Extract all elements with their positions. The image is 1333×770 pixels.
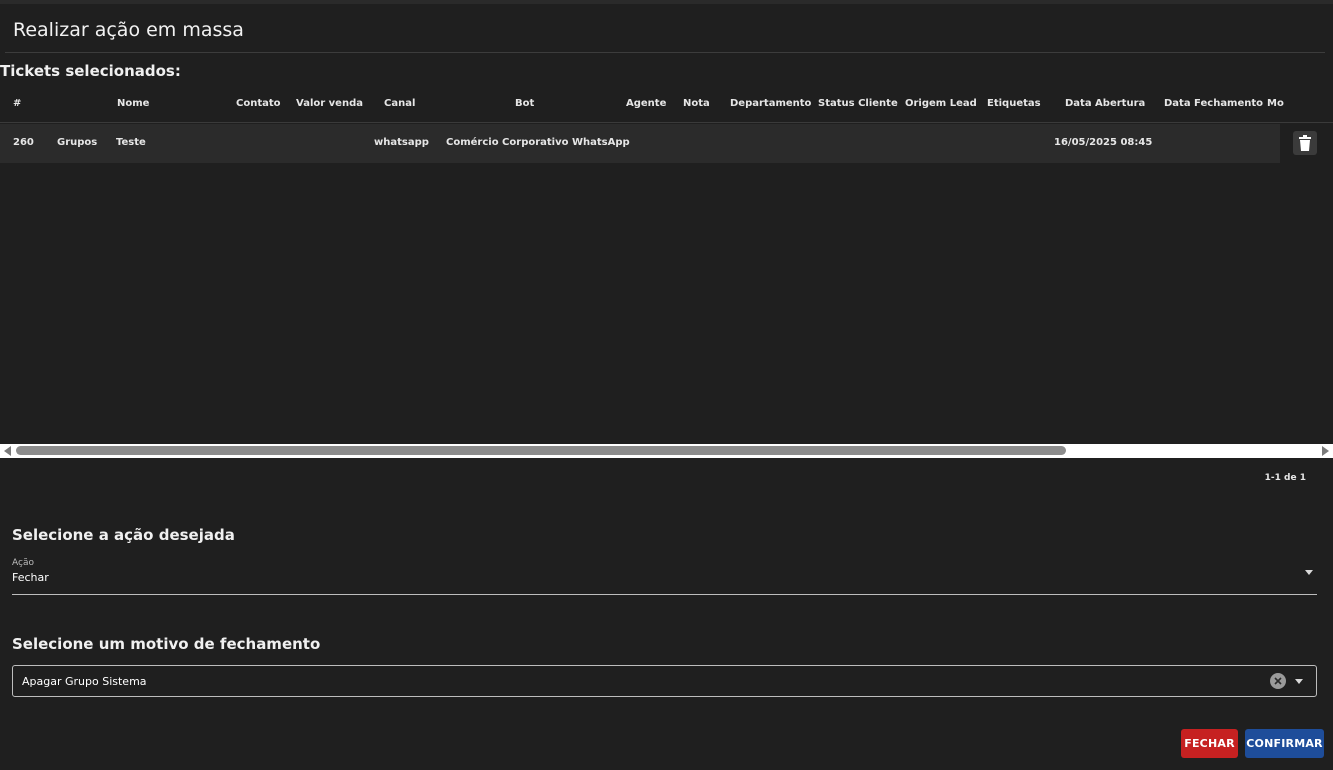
- column-header-id[interactable]: #: [13, 98, 21, 109]
- clear-selection-button[interactable]: [1270, 673, 1286, 689]
- row-action-cell: [1280, 124, 1333, 163]
- reason-select[interactable]: Apagar Grupo Sistema: [12, 665, 1317, 697]
- cell-bot: Comércio Corporativo WhatsApp: [446, 137, 630, 148]
- column-header-etiquetas[interactable]: Etiquetas: [987, 98, 1041, 109]
- column-header-origem-lead[interactable]: Origem Lead: [905, 98, 977, 109]
- close-icon: [1274, 677, 1282, 685]
- tickets-section-label: Tickets selecionados:: [0, 62, 181, 80]
- column-header-departamento[interactable]: Departamento: [730, 98, 811, 109]
- column-header-data-abertura[interactable]: Data Abertura: [1065, 98, 1145, 109]
- action-heading: Selecione a ação desejada: [12, 526, 235, 544]
- scroll-left-icon[interactable]: [3, 446, 13, 456]
- cell-data-abertura: 16/05/2025 08:45: [1054, 137, 1153, 148]
- column-header-bot[interactable]: Bot: [515, 98, 534, 109]
- action-select[interactable]: Ação Fechar: [12, 556, 1317, 595]
- scrollbar-thumb[interactable]: [16, 446, 1066, 455]
- cell-nome: Teste: [116, 137, 146, 148]
- pagination-info: 1-1 de 1: [1264, 473, 1306, 483]
- table-header: # Nome Contato Valor venda Canal Bot Age…: [0, 86, 1333, 123]
- cell-canal: whatsapp: [374, 137, 429, 148]
- modal-title: Realizar ação em massa: [13, 19, 244, 41]
- column-header-contato[interactable]: Contato: [236, 98, 281, 109]
- top-strip: [0, 0, 1333, 4]
- chevron-down-icon[interactable]: [1295, 679, 1303, 684]
- horizontal-scrollbar[interactable]: [0, 444, 1333, 458]
- close-button[interactable]: FECHAR: [1181, 729, 1238, 758]
- table-row[interactable]: 260 Grupos Teste whatsapp Comércio Corpo…: [0, 124, 1280, 163]
- scroll-right-icon[interactable]: [1320, 446, 1330, 456]
- chevron-down-icon[interactable]: [1305, 570, 1313, 575]
- column-header-nome[interactable]: Nome: [117, 98, 149, 109]
- reason-heading: Selecione um motivo de fechamento: [12, 635, 321, 653]
- action-field-label: Ação: [12, 558, 34, 568]
- column-header-status-cliente[interactable]: Status Cliente: [818, 98, 898, 109]
- cell-id: 260: [13, 137, 34, 148]
- trash-icon: [1299, 135, 1311, 151]
- action-selected-value: Fechar: [12, 571, 49, 584]
- column-header-mo[interactable]: Mo: [1267, 98, 1284, 109]
- delete-row-button[interactable]: [1293, 131, 1317, 155]
- column-header-nota[interactable]: Nota: [683, 98, 710, 109]
- column-header-valor-venda[interactable]: Valor venda: [296, 98, 363, 109]
- column-header-data-fechamento[interactable]: Data Fechamento: [1164, 98, 1263, 109]
- cell-group: Grupos: [57, 137, 98, 148]
- title-divider: [5, 52, 1325, 53]
- column-header-canal[interactable]: Canal: [384, 98, 415, 109]
- column-header-agente[interactable]: Agente: [626, 98, 666, 109]
- tickets-table: # Nome Contato Valor venda Canal Bot Age…: [0, 86, 1333, 444]
- reason-selected-value: Apagar Grupo Sistema: [22, 675, 147, 688]
- confirm-button[interactable]: CONFIRMAR: [1245, 729, 1324, 758]
